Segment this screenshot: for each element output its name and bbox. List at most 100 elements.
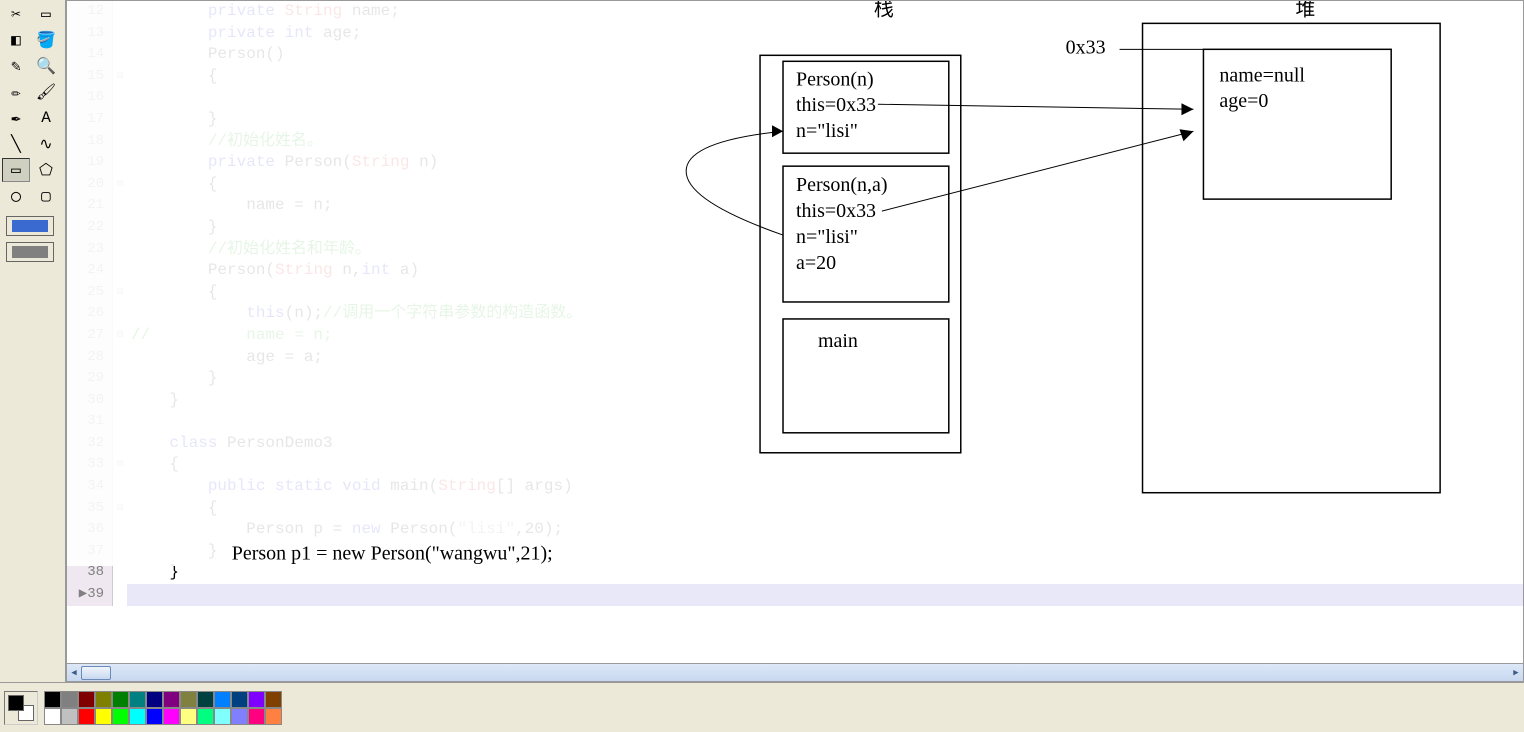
code-line-27[interactable]: 27⊟// name = n; xyxy=(67,325,1523,347)
code-line-38[interactable]: 38 } xyxy=(67,562,1523,584)
color-swatch[interactable] xyxy=(180,708,197,725)
fold-marker[interactable] xyxy=(113,1,127,23)
tool-polygon[interactable]: ⬠ xyxy=(32,158,60,182)
color-swatch[interactable] xyxy=(231,708,248,725)
tool-line[interactable]: ╲ xyxy=(2,132,30,156)
fold-marker[interactable] xyxy=(113,87,127,109)
code-line-24[interactable]: 24 Person(String n,int a) xyxy=(67,260,1523,282)
tool-text[interactable]: A xyxy=(32,106,60,130)
code-line-12[interactable]: 12 private String name; xyxy=(67,1,1523,23)
color-swatch[interactable] xyxy=(78,708,95,725)
code-line-34[interactable]: 34 public static void main(String[] args… xyxy=(67,476,1523,498)
code-line-22[interactable]: 22 } xyxy=(67,217,1523,239)
code-text[interactable]: { xyxy=(127,282,217,304)
code-text[interactable]: public static void main(String[] args) xyxy=(127,476,573,498)
color-swatch[interactable] xyxy=(44,708,61,725)
fold-marker[interactable]: ⊟ xyxy=(113,174,127,196)
code-line-14[interactable]: 14 Person() xyxy=(67,44,1523,66)
code-line-28[interactable]: 28 age = a; xyxy=(67,347,1523,369)
fold-marker[interactable] xyxy=(113,541,127,563)
code-line-31[interactable]: 31 xyxy=(67,411,1523,433)
code-text[interactable]: Person p = new Person("lisi",20); xyxy=(127,519,563,541)
color-swatch[interactable] xyxy=(248,691,265,708)
color-swatch[interactable] xyxy=(231,691,248,708)
code-line-21[interactable]: 21 name = n; xyxy=(67,195,1523,217)
fold-marker[interactable]: ⊟ xyxy=(113,325,127,347)
color-swatch[interactable] xyxy=(112,691,129,708)
code-line-19[interactable]: 19 private Person(String n) xyxy=(67,152,1523,174)
code-line-16[interactable]: 16 xyxy=(67,87,1523,109)
fold-marker[interactable] xyxy=(113,562,127,584)
color-swatch[interactable] xyxy=(197,708,214,725)
code-text[interactable]: } xyxy=(127,109,217,131)
fold-marker[interactable]: ⊟ xyxy=(113,66,127,88)
code-line-39[interactable]: ▶39 xyxy=(67,584,1523,606)
code-text[interactable]: { xyxy=(127,174,217,196)
fold-marker[interactable]: ⊟ xyxy=(113,454,127,476)
code-text[interactable]: class PersonDemo3 xyxy=(127,433,333,455)
fold-marker[interactable] xyxy=(113,433,127,455)
tool-brush[interactable]: 🖌 xyxy=(32,80,60,104)
code-text[interactable]: { xyxy=(127,66,217,88)
code-text[interactable]: // name = n; xyxy=(127,325,333,347)
foreground-color[interactable] xyxy=(8,695,24,711)
code-text[interactable]: private Person(String n) xyxy=(127,152,438,174)
fold-marker[interactable] xyxy=(113,368,127,390)
code-text[interactable]: } xyxy=(127,217,217,239)
color-swatch[interactable] xyxy=(146,708,163,725)
code-text[interactable]: Person(String n,int a) xyxy=(127,260,419,282)
color-swatch[interactable] xyxy=(95,708,112,725)
code-text[interactable]: Person() xyxy=(127,44,285,66)
fold-marker[interactable] xyxy=(113,152,127,174)
code-text[interactable]: } xyxy=(127,541,217,563)
fold-marker[interactable] xyxy=(113,390,127,412)
fold-marker[interactable] xyxy=(113,303,127,325)
color-swatch[interactable] xyxy=(78,691,95,708)
tool-free-select[interactable]: ✂ xyxy=(2,2,30,26)
code-line-36[interactable]: 36 Person p = new Person("lisi",20); xyxy=(67,519,1523,541)
code-line-18[interactable]: 18 //初始化姓名。 xyxy=(67,131,1523,153)
color-swatch[interactable] xyxy=(95,691,112,708)
code-text[interactable]: name = n; xyxy=(127,195,333,217)
color-swatch[interactable] xyxy=(248,708,265,725)
fold-marker[interactable] xyxy=(113,519,127,541)
code-area[interactable]: 12 private String name;13 private int ag… xyxy=(67,1,1523,661)
fold-marker[interactable] xyxy=(113,347,127,369)
code-line-37[interactable]: 37 } xyxy=(67,541,1523,563)
fold-marker[interactable] xyxy=(113,476,127,498)
tool-pencil[interactable]: ✏ xyxy=(2,80,30,104)
code-text[interactable]: age = a; xyxy=(127,347,323,369)
code-line-13[interactable]: 13 private int age; xyxy=(67,23,1523,45)
code-text[interactable] xyxy=(127,411,131,433)
code-line-20[interactable]: 20⊟ { xyxy=(67,174,1523,196)
code-text[interactable]: { xyxy=(127,454,179,476)
scroll-left-arrow[interactable]: ◀ xyxy=(67,664,81,682)
fill-preview-solid[interactable] xyxy=(6,216,54,236)
color-swatch[interactable] xyxy=(214,691,231,708)
color-swatch[interactable] xyxy=(163,708,180,725)
fold-marker[interactable] xyxy=(113,109,127,131)
code-text[interactable]: { xyxy=(127,498,217,520)
tool-fill[interactable]: 🪣 xyxy=(32,28,60,52)
code-text[interactable] xyxy=(127,87,131,109)
code-line-25[interactable]: 25⊟ { xyxy=(67,282,1523,304)
fold-marker[interactable]: ⊟ xyxy=(113,282,127,304)
code-line-35[interactable]: 35⊟ { xyxy=(67,498,1523,520)
fold-marker[interactable] xyxy=(113,239,127,261)
code-line-26[interactable]: 26 this(n);//调用一个字符串参数的构造函数。 xyxy=(67,303,1523,325)
tool-magnify[interactable]: 🔍 xyxy=(32,54,60,78)
code-line-23[interactable]: 23 //初始化姓名和年龄。 xyxy=(67,239,1523,261)
color-swatch[interactable] xyxy=(129,708,146,725)
color-swatch[interactable] xyxy=(129,691,146,708)
color-swatch[interactable] xyxy=(61,691,78,708)
color-swatch[interactable] xyxy=(265,708,282,725)
scroll-thumb[interactable] xyxy=(81,666,111,680)
tool-ellipse[interactable]: ◯ xyxy=(2,184,30,208)
code-line-17[interactable]: 17 } xyxy=(67,109,1523,131)
color-swatch[interactable] xyxy=(265,691,282,708)
fold-marker[interactable]: ⊟ xyxy=(113,498,127,520)
foreground-background-selector[interactable] xyxy=(4,691,38,725)
code-text[interactable]: private int age; xyxy=(127,23,361,45)
fold-marker[interactable] xyxy=(113,23,127,45)
fold-marker[interactable] xyxy=(113,217,127,239)
